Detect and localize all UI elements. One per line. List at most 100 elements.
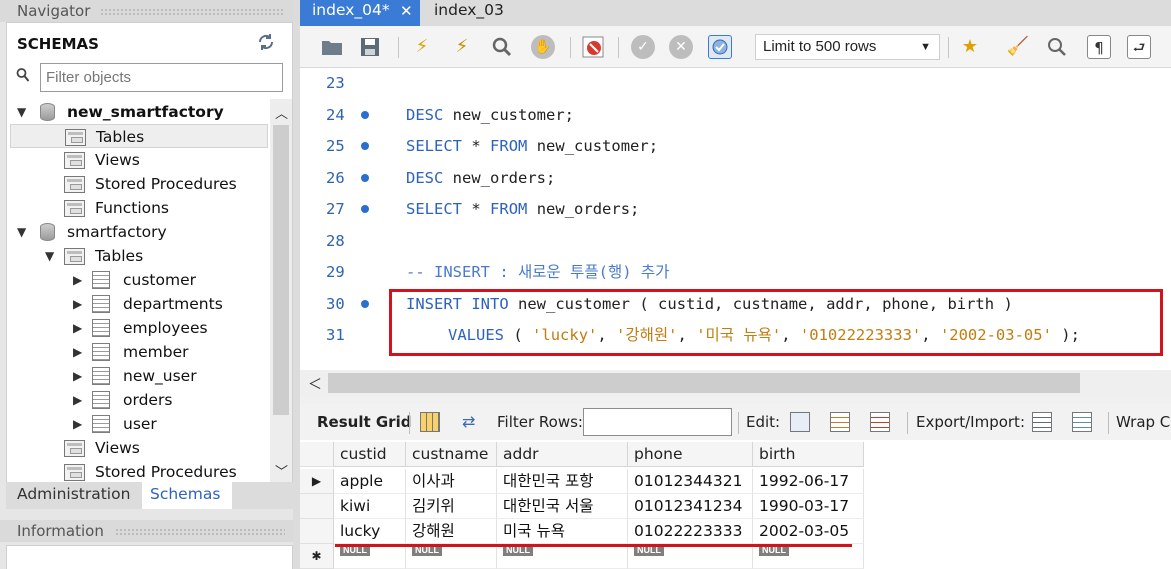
tree-node-smartfactory[interactable]: ▼ smartfactory — [7, 220, 269, 244]
column-header[interactable]: custname — [406, 442, 497, 467]
sql-editor[interactable]: 23 24 DESC new_customer; 25 SELECT * FROM ne… — [300, 68, 1171, 370]
scroll-down-icon[interactable]: ﹀ — [275, 461, 288, 480]
expand-arrow-icon[interactable]: ▶ — [73, 268, 87, 292]
grid-cell[interactable]: 2002-03-05 — [753, 519, 864, 544]
tree-node-functions[interactable]: Functions — [7, 196, 269, 220]
tree-node-tables[interactable]: ▼ Tables — [7, 244, 269, 268]
code-line[interactable]: 24 DESC new_customer; — [300, 100, 1171, 131]
tree-node-orders[interactable]: ▶ orders — [7, 388, 269, 412]
commit-check-icon[interactable]: ✓ — [631, 35, 655, 59]
editor-horizontal-scrollbar[interactable]: ＜ — [300, 370, 1171, 396]
tree-scrollbar[interactable]: ︿ ﹀ — [270, 99, 292, 484]
expand-arrow-icon[interactable]: ▼ — [17, 100, 31, 124]
tree-node-new-user[interactable]: ▶ new_user — [7, 364, 269, 388]
filter-rows-input[interactable] — [583, 408, 732, 436]
add-snippet-star-icon[interactable]: ★ — [958, 35, 982, 59]
code-line[interactable]: 30 INSERT INTO new_customer ( custid, cus… — [300, 289, 1171, 320]
invisible-chars-icon[interactable]: ¶ — [1087, 35, 1111, 59]
refresh-icon[interactable] — [257, 33, 275, 51]
grid-cell[interactable]: 대한민국 서울 — [497, 494, 628, 519]
code-line[interactable]: 23 — [300, 68, 1171, 99]
grid-cell[interactable]: 01022223333 — [628, 519, 753, 544]
explain-magnifier-icon[interactable] — [490, 35, 514, 59]
null-cell[interactable]: NULL — [497, 544, 628, 569]
tree-node-tables[interactable]: Tables — [10, 124, 268, 148]
expand-arrow-icon[interactable]: ▶ — [73, 316, 87, 340]
code-line[interactable]: 25 SELECT * FROM new_customer; — [300, 131, 1171, 162]
grid-corner[interactable] — [300, 442, 334, 467]
null-cell[interactable]: NULL — [628, 544, 753, 569]
scrollbar-thumb[interactable] — [328, 373, 1080, 393]
scroll-left-icon[interactable]: ＜ — [308, 374, 322, 394]
new-row-marker[interactable]: ✱ — [300, 544, 334, 569]
close-icon[interactable]: ✕ — [400, 1, 413, 21]
panel-grip[interactable] — [100, 8, 285, 15]
expand-arrow-icon[interactable]: ▶ — [73, 292, 87, 316]
stop-hand-icon[interactable]: ✋ — [531, 35, 555, 59]
grid-cell[interactable]: 김키위 — [406, 494, 497, 519]
statement-marker-icon[interactable] — [361, 205, 369, 213]
expand-arrow-icon[interactable]: ▼ — [17, 220, 31, 244]
grid-cell[interactable]: apple — [334, 469, 406, 494]
row-marker[interactable] — [300, 494, 334, 519]
tree-node-employees[interactable]: ▶ employees — [7, 316, 269, 340]
scroll-up-icon[interactable]: ︿ — [275, 103, 288, 122]
column-header[interactable]: birth — [753, 442, 864, 467]
result-grid-label[interactable]: Result Grid — [317, 413, 411, 431]
grid-cell[interactable]: kiwi — [334, 494, 406, 519]
code-line[interactable]: 29 -- INSERT : 새로운 투플(행) 추가 — [300, 257, 1171, 288]
insert-row-icon[interactable] — [830, 412, 850, 432]
code-line[interactable]: 31 VALUES ( 'lucky', '강해원', '미국 뉴욕', '010… — [300, 320, 1171, 351]
column-header[interactable]: phone — [628, 442, 753, 467]
wrap-lines-icon[interactable]: ⮐ — [1127, 35, 1151, 59]
execute-lightning-icon[interactable]: ⚡ — [410, 35, 434, 59]
panel-grip[interactable] — [115, 528, 285, 535]
beautify-broom-icon[interactable]: 🧹 — [1006, 35, 1030, 59]
expand-arrow-icon[interactable]: ▶ — [73, 412, 87, 436]
tree-node-new-smartfactory[interactable]: ▼ new_smartfactory — [7, 100, 269, 124]
column-header[interactable]: addr — [497, 442, 628, 467]
toggle-error-icon[interactable] — [581, 35, 605, 59]
grid-cell[interactable]: lucky — [334, 519, 406, 544]
rollback-x-icon[interactable]: ✕ — [669, 35, 693, 59]
grid-cell[interactable]: 강해원 — [406, 519, 497, 544]
null-cell[interactable]: NULL — [334, 544, 406, 569]
null-cell[interactable]: NULL — [753, 544, 864, 569]
grid-layout-icon[interactable] — [420, 412, 440, 432]
tab-administration[interactable]: Administration — [9, 482, 138, 509]
expand-arrow-icon[interactable]: ▼ — [45, 244, 59, 268]
expand-arrow-icon[interactable]: ▶ — [73, 364, 87, 388]
grid-cell[interactable]: 미국 뉴욕 — [497, 519, 628, 544]
expand-arrow-icon[interactable]: ▶ — [73, 340, 87, 364]
open-folder-icon[interactable] — [320, 35, 344, 59]
grid-cell[interactable]: 01012344321 — [628, 469, 753, 494]
statement-marker-icon[interactable] — [361, 173, 369, 182]
statement-marker-icon[interactable] — [361, 142, 369, 150]
expand-arrow-icon[interactable]: ▶ — [73, 388, 87, 412]
code-line[interactable]: 27 SELECT * FROM new_orders; — [300, 194, 1171, 225]
column-header[interactable]: custid — [334, 442, 406, 467]
tree-node-departments[interactable]: ▶ departments — [7, 292, 269, 316]
grid-cell[interactable]: 1990-03-17 — [753, 494, 864, 519]
row-marker[interactable]: ▶ — [300, 469, 334, 494]
export-icon[interactable] — [1032, 412, 1052, 432]
tab-index-03[interactable]: index_03 — [422, 0, 516, 26]
grid-cell[interactable]: 01012341234 — [628, 494, 753, 519]
tree-node-views[interactable]: Views — [7, 436, 269, 460]
code-line[interactable]: 26 DESC new_orders; — [300, 163, 1171, 194]
refresh-icon[interactable]: ⇄ — [462, 412, 482, 432]
find-magnifier-icon[interactable] — [1045, 35, 1069, 59]
null-cell[interactable]: NULL — [406, 544, 497, 569]
tree-node-stored-procedures[interactable]: Stored Procedures — [7, 172, 269, 196]
filter-objects-input[interactable] — [40, 63, 283, 92]
delete-row-icon[interactable] — [870, 412, 890, 432]
tree-node-stored-procedures[interactable]: Stored Procedures — [7, 460, 269, 484]
code-line[interactable]: 28 — [300, 226, 1171, 257]
save-icon[interactable] — [358, 35, 382, 59]
tree-node-user[interactable]: ▶ user — [7, 412, 269, 436]
tree-node-member[interactable]: ▶ member — [7, 340, 269, 364]
statement-marker-icon[interactable] — [361, 299, 369, 308]
wrap-cell-label[interactable]: Wrap C — [1116, 413, 1170, 431]
import-icon[interactable] — [1072, 412, 1092, 432]
tab-index-04[interactable]: index_04* ✕ — [300, 0, 420, 26]
